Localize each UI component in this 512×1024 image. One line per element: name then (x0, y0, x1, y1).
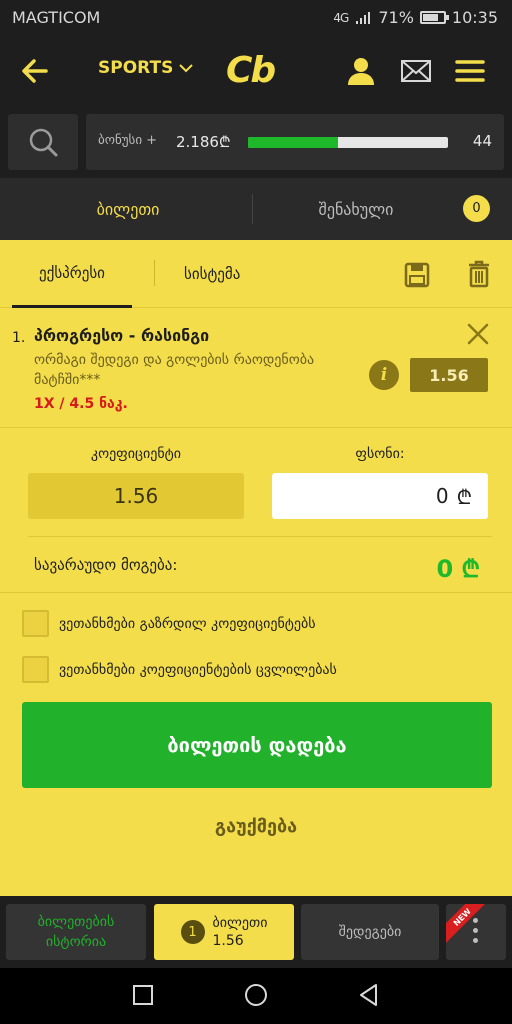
battery-icon (419, 11, 449, 24)
potential-win-value: 0 ₾ (436, 555, 480, 583)
stake-currency: ₾ (456, 484, 472, 509)
ticket-count-badge: 1 (180, 920, 205, 944)
home-icon[interactable] (243, 982, 269, 1008)
sub-tab-divider (154, 260, 155, 286)
back-arrow-icon[interactable] (18, 54, 52, 88)
bottom-nav: ბილეთების ისტორია 1 ბილეთი 1.56 შედეგები… (0, 896, 512, 968)
user-icon[interactable] (344, 54, 378, 88)
trash-icon[interactable] (468, 260, 490, 288)
bonus-progress-bar (248, 137, 448, 148)
more-dots-icon (473, 918, 478, 943)
potential-win-label: სავარაუდო მოგება: (34, 556, 178, 574)
search-button[interactable] (8, 114, 78, 170)
save-icon[interactable] (404, 262, 430, 288)
tab-system[interactable]: სისტემა (184, 240, 240, 308)
menu-icon[interactable] (453, 54, 487, 88)
bet-item: 1. პროგრესო - რასინგი ორმაგი შედეგი და გ… (0, 308, 512, 428)
bonus-row: ბონუსი + 2.186₾ 44 (0, 106, 512, 178)
chevron-down-icon (179, 64, 194, 73)
place-bet-button[interactable]: ბილეთის დადება (22, 702, 492, 788)
status-right: 4G 71% 10:35 (333, 8, 498, 27)
bet-type-tabs: ექსპრესი სისტემა (0, 240, 512, 308)
results-button[interactable]: შედეგები (301, 904, 439, 960)
current-ticket-button[interactable]: 1 ბილეთი 1.56 (154, 904, 294, 960)
carrier-name: MAGTICOM (12, 8, 101, 27)
divider (0, 592, 512, 593)
tab-ticket[interactable]: ბილეთი (0, 178, 256, 240)
odds-changes-label: ვეთანხმები კოეფიციენტების ცვლილებას (59, 661, 337, 678)
recent-apps-icon[interactable] (130, 982, 156, 1008)
tab-saved[interactable]: შენახული (256, 178, 456, 240)
bet-odd: 1.56 (410, 358, 488, 392)
increased-odds-checkbox[interactable] (22, 610, 49, 637)
bonus-count: 44 (472, 132, 492, 150)
ticket-tabs: ბილეთი შენახული 0 (0, 178, 512, 240)
bet-selection: 1X / 4.5 ნაკ. (34, 396, 128, 412)
coefficient-label: კოეფიციენტი (90, 446, 182, 462)
signal-icon (356, 11, 371, 24)
sports-dropdown[interactable]: SPORTS (98, 58, 194, 78)
close-icon[interactable] (466, 322, 490, 346)
network-indicator: 4G (333, 10, 349, 25)
ticket-history-button[interactable]: ბილეთების ისტორია (6, 904, 146, 960)
bonus-label: ბონუსი + (98, 133, 158, 148)
coefficient-value: 1.56 (28, 473, 244, 519)
divider (28, 536, 492, 537)
app-header: SPORTS Cb (0, 36, 512, 106)
bet-number: 1. (12, 330, 26, 346)
search-icon (29, 128, 58, 157)
back-triangle-icon[interactable] (356, 982, 382, 1008)
bonus-progress-panel[interactable]: ბონუსი + 2.186₾ 44 (86, 114, 504, 170)
increased-odds-label: ვეთანხმები გაზრდილ კოეფიციენტებს (59, 615, 316, 632)
odds-changes-checkbox[interactable] (22, 656, 49, 683)
tab-divider (252, 194, 253, 224)
sports-label: SPORTS (98, 58, 174, 78)
ticket-label: ბილეთი (212, 915, 268, 931)
new-badge: NEW (446, 904, 489, 944)
bonus-amount: 2.186₾ (176, 133, 231, 151)
option-increased-odds[interactable]: ვეთანხმები გაზრდილ კოეფიციენტებს (22, 610, 316, 637)
saved-count-badge: 0 (463, 195, 490, 222)
bonus-progress-fill (248, 137, 338, 148)
stake-value: 0 (435, 484, 449, 508)
stake-input[interactable]: 0 ₾ (272, 473, 488, 519)
more-button[interactable]: NEW (446, 904, 506, 960)
stake-label: ფსონი: (355, 446, 405, 462)
info-icon[interactable]: i (369, 360, 399, 390)
tab-express[interactable]: ექსპრესი (12, 240, 132, 308)
clock: 10:35 (451, 8, 498, 27)
bet-market-description: ორმაგი შედეგი და გოლების რაოდენობა მატჩშ… (34, 352, 315, 388)
mail-icon[interactable] (399, 54, 433, 88)
battery-percent: 71% (378, 8, 414, 27)
ticket-odd: 1.56 (212, 933, 244, 949)
bet-match-title: პროგრესო - რასინგი (34, 326, 210, 345)
status-bar: MAGTICOM 4G 71% 10:35 (0, 0, 512, 36)
brand-logo[interactable]: Cb (226, 50, 276, 91)
android-nav-bar (0, 968, 512, 1024)
option-odds-changes[interactable]: ვეთანხმები კოეფიციენტების ცვლილებას (22, 656, 337, 683)
ticket-summary: ბილეთი 1.56 (213, 914, 268, 950)
cancel-button[interactable]: გაუქმება (0, 808, 512, 844)
